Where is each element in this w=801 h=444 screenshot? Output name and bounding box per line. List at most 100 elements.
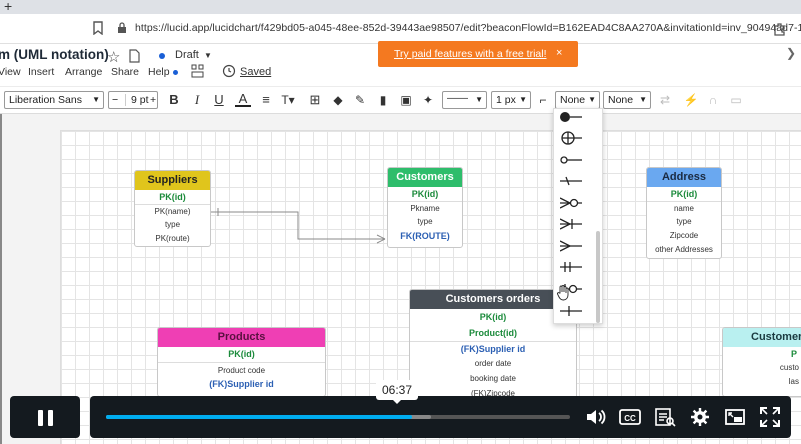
one-end-icon[interactable]: [560, 174, 582, 188]
closed-captions-icon[interactable]: CC: [619, 406, 641, 428]
line-width-select[interactable]: 1 px ▼: [491, 91, 531, 109]
menu-share[interactable]: Share: [111, 66, 139, 78]
lightning-icon[interactable]: ⚡: [683, 92, 699, 108]
draft-status[interactable]: Draft: [175, 49, 199, 61]
magnet-icon[interactable]: ∩: [705, 92, 721, 108]
text-color-icon[interactable]: A: [235, 92, 251, 107]
entity-title: Customers: [388, 168, 462, 187]
font-size-stepper[interactable]: − 9 pt +: [108, 91, 158, 109]
font-size-decrease[interactable]: −: [112, 94, 118, 106]
end-arrow-select[interactable]: None ▼: [603, 91, 651, 109]
entity-field: PK(name): [135, 204, 210, 218]
magic-wand-icon[interactable]: ✦: [420, 92, 436, 108]
clock-icon: [222, 64, 236, 78]
line-color-icon[interactable]: ✎: [352, 92, 368, 108]
font-family-select[interactable]: Liberation Sans ▼: [4, 91, 104, 109]
document-title[interactable]: m (UML notation): [0, 47, 109, 62]
hand-cursor-icon: [557, 285, 569, 301]
entity-customer-partial[interactable]: Customer P custo las: [722, 327, 801, 397]
star-icon[interactable]: ☆: [107, 48, 120, 66]
bookmark-icon[interactable]: [93, 21, 103, 35]
entity-products[interactable]: Products PK(id) Product code (FK)Supplie…: [157, 327, 326, 397]
entity-field: PK(id): [479, 312, 507, 322]
entity-field: PK(id): [228, 349, 255, 359]
entity-field: PK(route): [155, 234, 190, 243]
format-toolbar: Liberation Sans ▼ − 9 pt + B I U A ≡ T▾ ⊞…: [0, 86, 801, 114]
entity-field: order date: [474, 359, 512, 368]
menu-help[interactable]: Help: [148, 66, 170, 78]
document-icon[interactable]: [129, 49, 140, 63]
time-tooltip: 06:37: [376, 380, 418, 404]
progress-track[interactable]: [106, 415, 570, 419]
underline-icon[interactable]: U: [211, 92, 227, 108]
menu-view[interactable]: View: [0, 66, 21, 78]
opacity-icon[interactable]: ▮: [375, 92, 391, 108]
close-icon[interactable]: ×: [556, 47, 562, 59]
url-text[interactable]: https://lucid.app/lucidchart/f429bd05-a0…: [135, 22, 801, 34]
shape-options-icon[interactable]: ⊞: [307, 92, 323, 108]
entity-field: FK(ROUTE): [400, 231, 450, 241]
zero-or-many-end-icon[interactable]: [560, 196, 582, 210]
entity-customers-orders[interactable]: Customers orders PK(id) Product(id) (FK)…: [409, 289, 577, 399]
free-trial-link[interactable]: Try paid features with a free trial!: [394, 48, 547, 60]
entity-field: (FK)Supplier id: [410, 341, 576, 356]
line-style-select[interactable]: —— ▼: [442, 91, 487, 109]
chevron-down-icon[interactable]: ▼: [204, 51, 212, 60]
entity-title: Products: [158, 328, 325, 347]
start-arrow-select[interactable]: None ▼: [555, 91, 600, 109]
chevron-right-icon[interactable]: ❯: [786, 46, 796, 60]
lock-icon[interactable]: [117, 22, 127, 34]
open-circle-line-end-icon[interactable]: [560, 153, 582, 167]
address-bar[interactable]: https://lucid.app/lucidchart/f429bd05-a0…: [0, 14, 801, 44]
transcript-icon[interactable]: [654, 406, 676, 428]
filled-circle-end-icon[interactable]: [560, 110, 582, 124]
relationship-connector[interactable]: [200, 200, 400, 250]
font-size-increase[interactable]: +: [150, 94, 156, 106]
entity-suppliers[interactable]: Suppliers PK(id) PK(name) type PK(route): [134, 170, 211, 247]
entity-field: custo: [779, 363, 799, 372]
line-shape-icon[interactable]: ⌐: [535, 92, 551, 108]
browser-tab-strip: +: [0, 0, 801, 14]
fill-color-icon[interactable]: ◆: [330, 92, 346, 108]
entity-field: Product code: [158, 362, 325, 377]
circle-cross-end-icon[interactable]: [560, 131, 582, 145]
settings-gear-icon[interactable]: [689, 406, 711, 428]
entity-address[interactable]: Address PK(id) name type Zipcode other A…: [646, 167, 722, 259]
volume-icon[interactable]: [584, 406, 606, 428]
extension-icon[interactable]: [772, 21, 788, 37]
menu-arrange[interactable]: Arrange: [65, 66, 102, 78]
one-or-many-end-icon[interactable]: [560, 217, 582, 231]
text-options-icon[interactable]: T▾: [280, 92, 296, 108]
entity-field: booking date: [470, 374, 516, 383]
swap-arrows-icon[interactable]: ⇄: [657, 92, 673, 108]
pause-button[interactable]: [10, 396, 80, 438]
fullscreen-icon[interactable]: [759, 406, 781, 428]
entity-field: type: [417, 217, 433, 226]
entity-field: PK(id): [411, 189, 439, 199]
align-text-icon[interactable]: ≡: [258, 92, 274, 108]
entity-field: type: [164, 220, 181, 229]
font-size-value[interactable]: 9 pt: [125, 94, 149, 106]
draft-status-dot: [159, 53, 165, 59]
italic-icon[interactable]: I: [189, 92, 205, 108]
free-trial-banner[interactable]: Try paid features with a free trial! ×: [378, 41, 578, 67]
entity-field: Product(id): [469, 328, 517, 338]
lock-shape-icon[interactable]: ▭: [728, 92, 744, 108]
many-end-icon[interactable]: [560, 239, 582, 253]
entity-title: Customer: [723, 328, 801, 347]
style-icon[interactable]: ▣: [398, 92, 414, 108]
dropdown-scrollbar[interactable]: [596, 231, 600, 323]
bold-icon[interactable]: B: [166, 92, 182, 108]
picture-in-picture-icon[interactable]: [724, 406, 746, 428]
one-mark-end-icon[interactable]: [560, 304, 582, 318]
progress-fill: [106, 415, 413, 419]
new-tab-button[interactable]: +: [4, 0, 12, 14]
entity-field: type: [676, 217, 692, 226]
entity-title: Address: [647, 168, 721, 187]
saved-status-link[interactable]: Saved: [240, 66, 271, 78]
menu-insert[interactable]: Insert: [28, 66, 54, 78]
shapes-library-icon[interactable]: [191, 64, 204, 78]
entity-field: PK(id): [159, 192, 186, 202]
one-and-only-one-end-icon[interactable]: [560, 260, 582, 274]
entity-customers[interactable]: Customers PK(id) Pkname type FK(ROUTE): [387, 167, 463, 248]
